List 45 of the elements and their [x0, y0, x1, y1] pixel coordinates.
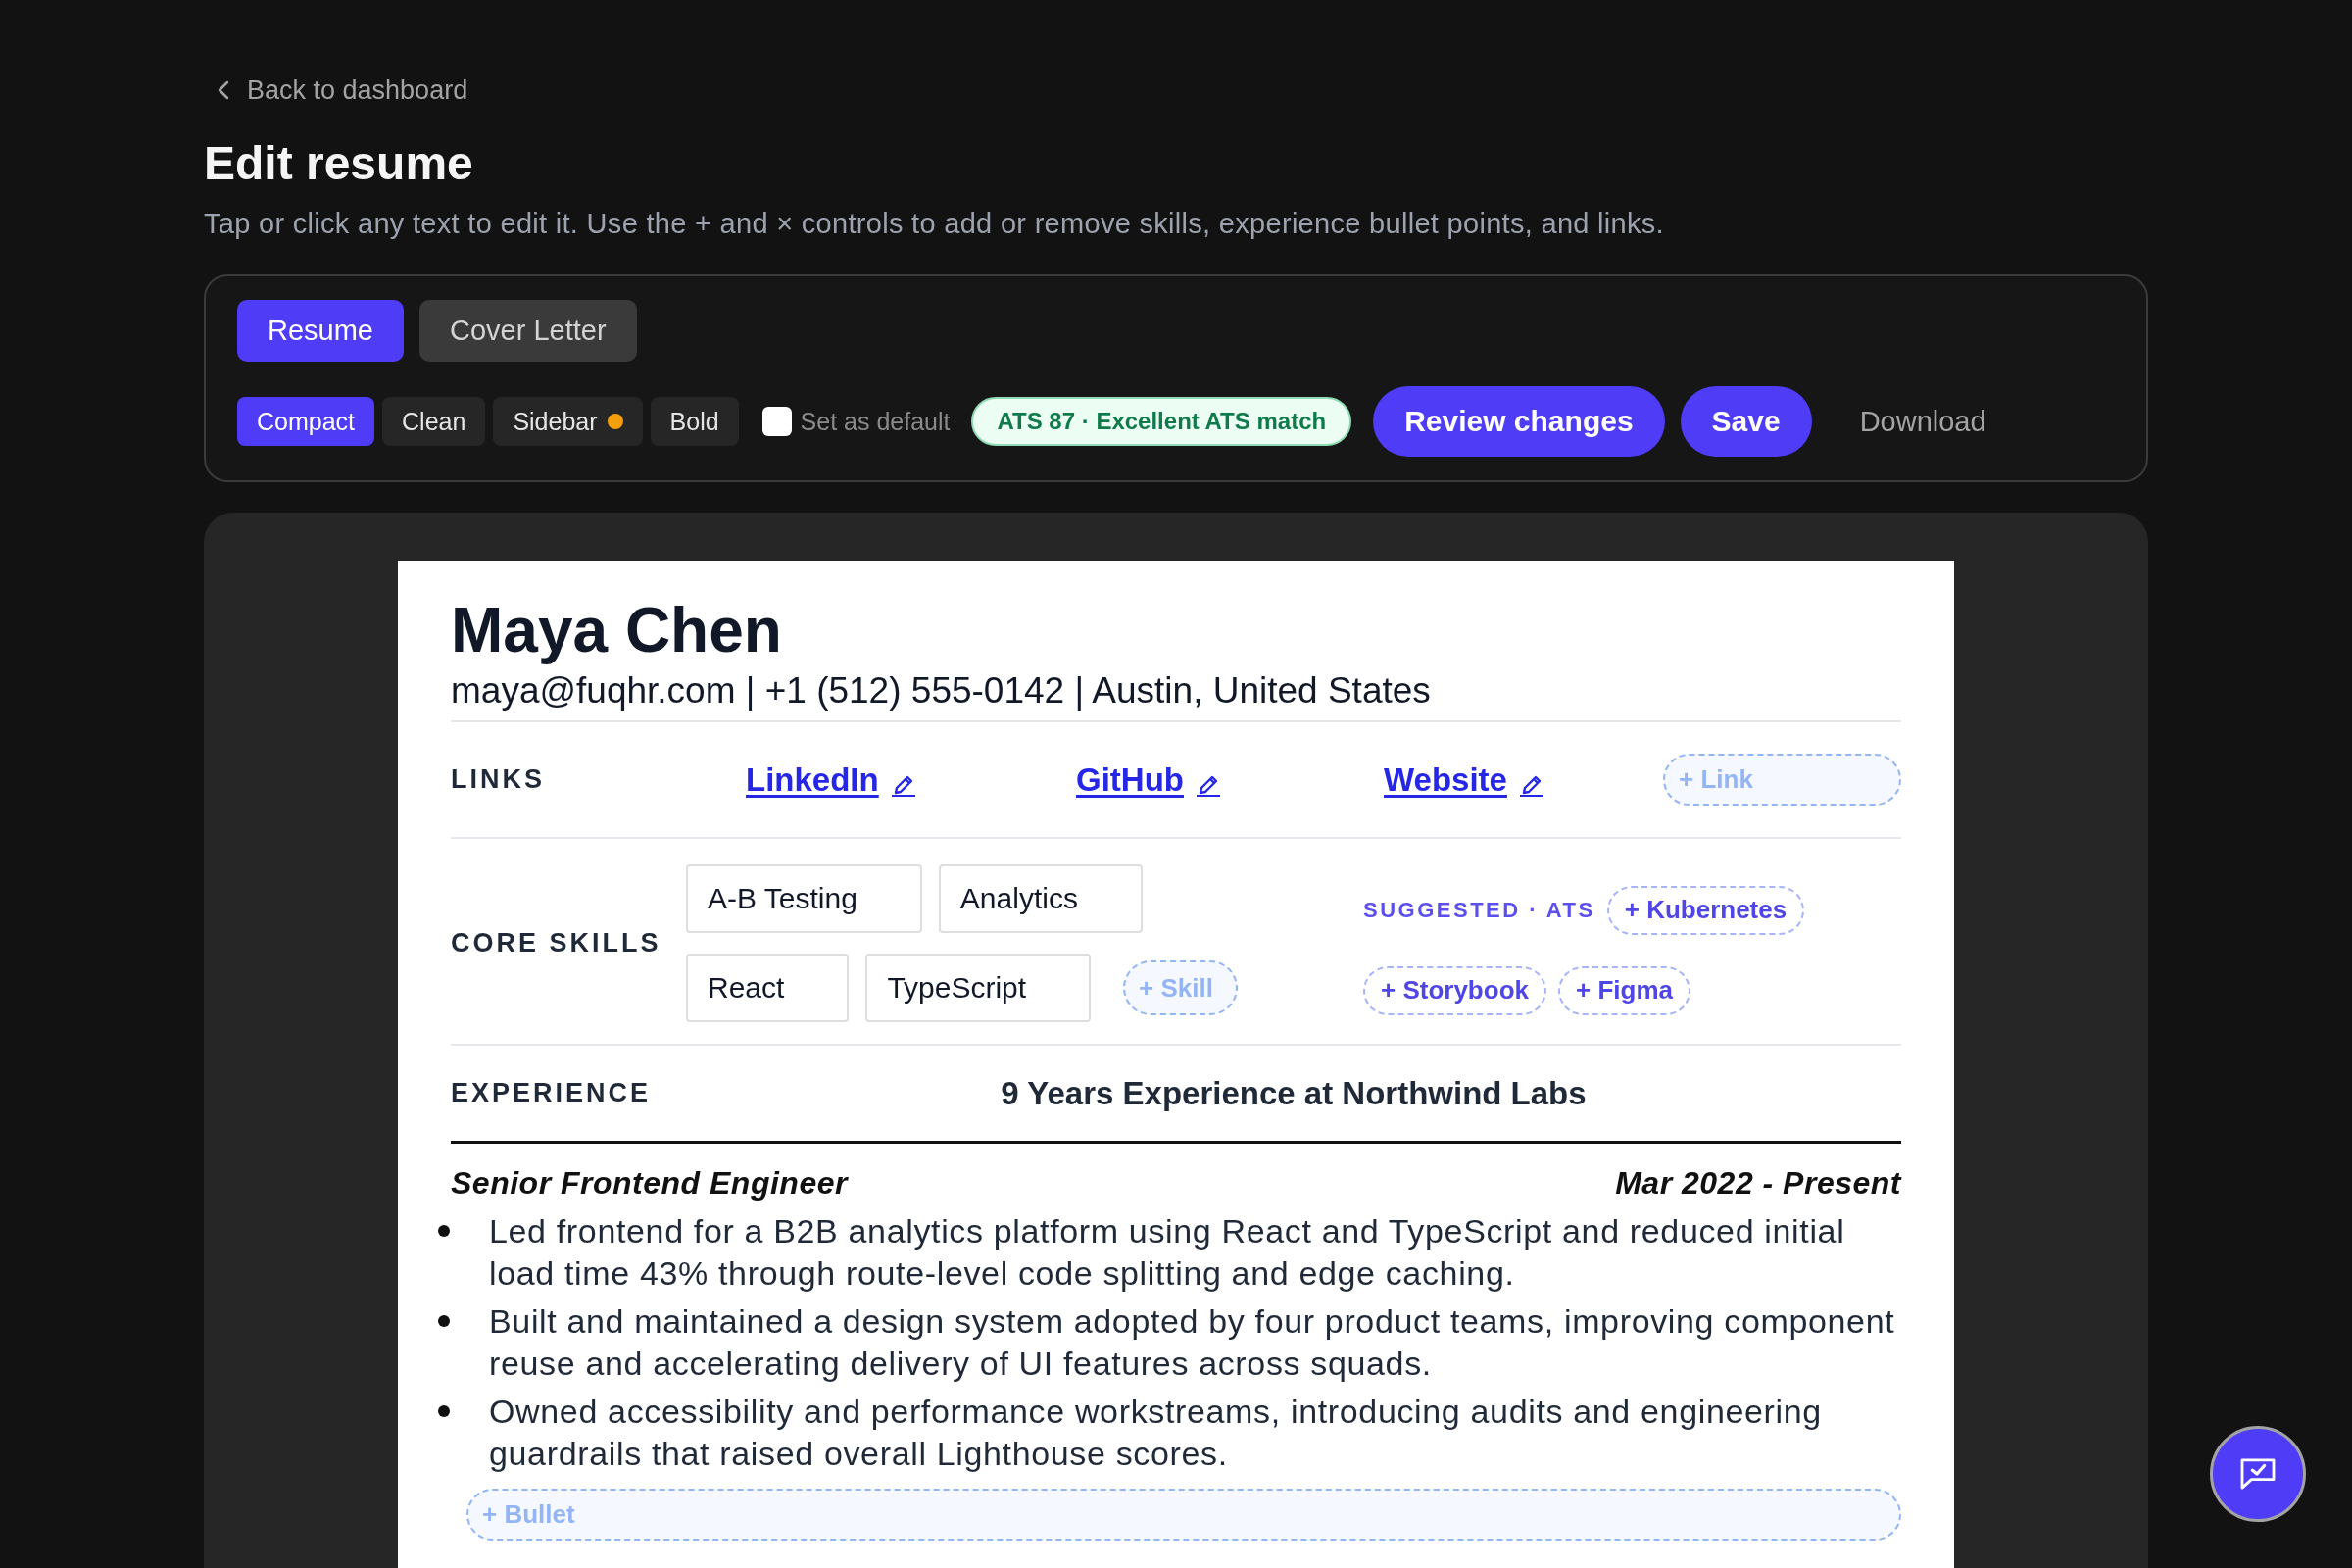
page-title: Edit resume: [204, 136, 474, 191]
bullet-icon: [438, 1315, 450, 1327]
section-heading: CORE SKILLS: [451, 928, 662, 958]
bullet-text[interactable]: Led frontend for a B2B analytics platform using React and TypeScript and reduced initial load time 43% through route-level code splitting and edge caching.: [489, 1210, 1909, 1295]
add-link-field[interactable]: + Link: [1663, 754, 1901, 806]
candidate-name[interactable]: Maya Chen: [451, 596, 1901, 664]
chevron-left-icon: [218, 80, 229, 100]
template-chip[interactable]: Sidebar: [493, 397, 643, 446]
template-chip[interactable]: Compact: [237, 397, 375, 446]
message-check-icon: [2240, 1458, 2276, 1490]
checkbox-label: Set as default: [800, 407, 951, 436]
document-tab[interactable]: Resume: [237, 300, 404, 362]
skill-tag[interactable]: React: [686, 954, 850, 1022]
contact-line[interactable]: maya@fuqhr.com | +1 (512) 555-0142 | Austin, United States: [451, 669, 1901, 720]
back-link[interactable]: Back to dashboard: [204, 73, 468, 108]
section-heading: EXPERIENCE: [451, 1078, 653, 1108]
job-title[interactable]: Senior Frontend Engineer: [451, 1165, 848, 1200]
template-chip[interactable]: Bold: [650, 397, 739, 446]
suggested-skill-button[interactable]: + Kubernetes: [1606, 885, 1805, 935]
text-button[interactable]: Download: [1828, 386, 2018, 457]
profile-link[interactable]: Website: [1384, 760, 1544, 800]
job-dates[interactable]: Mar 2022 - Present: [1615, 1165, 1901, 1200]
default-checkbox[interactable]: [761, 407, 792, 436]
suggestions-label: SUGGESTED · ATS: [1363, 897, 1595, 923]
primary-button[interactable]: Review changes: [1373, 386, 1665, 457]
bullet-text[interactable]: Built and maintained a design system adopted by four product teams, improving component reuse and accelerating delivery of UI features across squads.: [489, 1300, 1909, 1385]
template-chip[interactable]: Clean: [382, 397, 486, 446]
page-description: Tap or click any text to edit it. Use the + and × controls to add or remove skills, experience bullet points, and links.: [204, 207, 1665, 241]
profile-link[interactable]: LinkedIn: [746, 760, 916, 800]
ats-score-badge: ATS 87 · Excellent ATS match: [971, 397, 1352, 446]
add-bullet-field[interactable]: + Bullet: [466, 1489, 1901, 1541]
suggested-skill-button[interactable]: + Figma: [1558, 965, 1690, 1015]
suggested-skill-button[interactable]: + Storybook: [1363, 965, 1546, 1015]
skill-tag[interactable]: Analytics: [938, 864, 1143, 933]
bullet-icon: [438, 1405, 450, 1417]
experience-summary[interactable]: 9 Years Experience at Northwind Labs: [686, 1074, 1901, 1112]
skill-tag[interactable]: TypeScript: [865, 954, 1092, 1022]
section-heading: LINKS: [451, 764, 546, 795]
profile-link[interactable]: GitHub: [1076, 760, 1221, 800]
bullet-text[interactable]: Owned accessibility and performance workstreams, introducing audits and engineering guardrails that raised overall Lighthouse scores.: [489, 1391, 1909, 1475]
bullet-icon: [438, 1225, 450, 1237]
skill-tag[interactable]: A-B Testing: [686, 864, 922, 933]
primary-button[interactable]: Save: [1680, 386, 1812, 457]
document-tab[interactable]: Cover Letter: [419, 300, 637, 362]
add-skill-field[interactable]: + Skill: [1123, 960, 1239, 1015]
